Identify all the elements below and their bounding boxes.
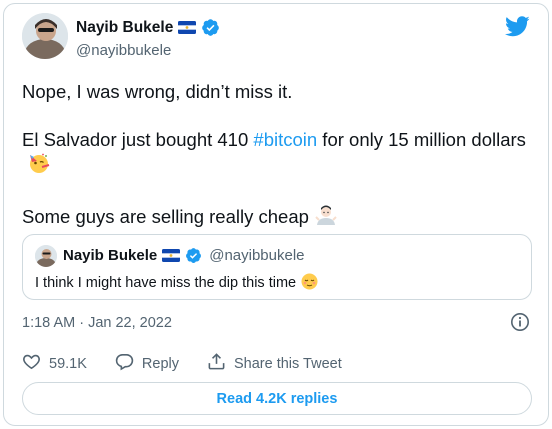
author-avatar[interactable]	[22, 13, 68, 59]
share-icon	[207, 352, 226, 375]
reply-label: Reply	[141, 355, 179, 372]
relieved-face-emoji	[301, 273, 318, 294]
like-count: 59.1K	[49, 355, 87, 372]
tweet-actions: 59.1K Reply Share this Tweet	[22, 352, 370, 375]
read-replies-button[interactable]: Read 4.2K replies	[22, 382, 532, 415]
tweet-line-2-rest: for only 15 million dollars	[317, 129, 526, 150]
info-icon[interactable]	[510, 312, 530, 332]
reply-button[interactable]: Reply	[115, 352, 179, 375]
reply-bubble-icon	[115, 352, 134, 375]
party-face-emoji	[28, 152, 50, 180]
el-salvador-flag-icon	[162, 249, 181, 262]
tweet-line-3-text: Some guys are selling really cheap	[22, 206, 309, 227]
tweet-line-2-text: El Salvador just bought 410	[22, 129, 254, 150]
quoted-tweet-text: I think I might have miss the dip this t…	[35, 273, 318, 294]
share-button[interactable]: Share this Tweet	[207, 352, 342, 375]
verified-badge-icon	[201, 18, 220, 37]
quoted-author-row: Nayib Bukele @nayibbukele	[63, 247, 305, 264]
like-button[interactable]: 59.1K	[22, 352, 87, 375]
share-label: Share this Tweet	[233, 355, 342, 372]
quoted-author-name: Nayib Bukele	[63, 247, 158, 264]
heart-icon	[22, 352, 41, 375]
verified-badge-icon	[185, 247, 202, 264]
tweet-line-2: El Salvador just bought 410 #bitcoin for…	[22, 128, 532, 180]
tweet-line-1: Nope, I was wrong, didn’t miss it.	[22, 81, 293, 102]
el-salvador-flag-icon	[178, 21, 197, 34]
quoted-tweet-text-body: I think I might have miss the dip this t…	[35, 275, 297, 291]
quoted-tweet[interactable]: Nayib Bukele @nayibbukele I think I migh…	[22, 234, 532, 300]
quoted-author-handle: @nayibbukele	[209, 247, 305, 264]
tweet-timestamp[interactable]: 1:18 AM · Jan 22, 2022	[22, 315, 172, 331]
author-name[interactable]: Nayib Bukele	[76, 19, 173, 37]
bitcoin-hashtag-link[interactable]: #bitcoin	[253, 129, 317, 150]
author-handle[interactable]: @nayibbukele	[76, 42, 171, 59]
man-shrugging-emoji	[315, 204, 337, 232]
tweet-line-3: Some guys are selling really cheap	[22, 204, 532, 232]
tweet-text: Nope, I was wrong, didn’t miss it. El Sa…	[22, 80, 532, 256]
quoted-author-avatar	[35, 245, 57, 267]
author-name-row: Nayib Bukele	[76, 18, 220, 37]
tweet-embed-card: Nayib Bukele @nayibbukele Nope, I was wr…	[3, 3, 549, 426]
twitter-bird-icon[interactable]	[505, 16, 530, 37]
